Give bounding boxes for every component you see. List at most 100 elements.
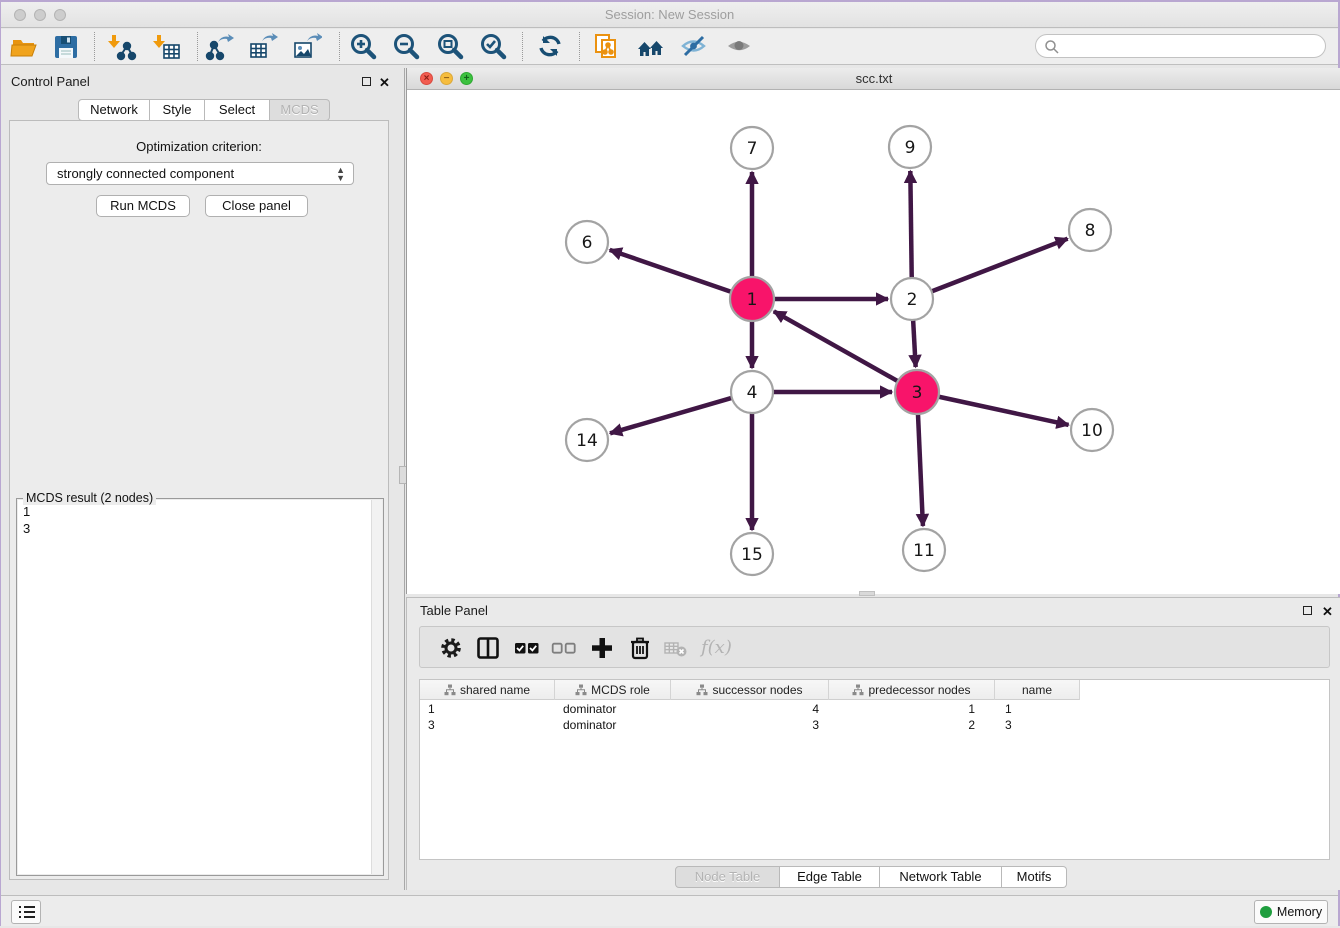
optimization-label: Optimization criterion: — [10, 139, 388, 154]
import-table-icon[interactable] — [152, 32, 182, 62]
table-row[interactable]: 1dominator411 — [420, 701, 1080, 717]
network-canvas[interactable]: 7 9 6 8 1 2 4 3 14 10 15 11 — [407, 90, 1340, 594]
delete-table-icon[interactable] — [663, 635, 689, 661]
node-table: shared nameMCDS rolesuccessor nodesprede… — [419, 679, 1330, 860]
window-title: Session: New Session — [1, 7, 1338, 22]
result-scrollbar[interactable] — [371, 500, 382, 874]
copy-network-icon[interactable] — [592, 32, 622, 62]
optimization-dropdown[interactable]: strongly connected component ▲▼ — [46, 162, 354, 185]
node-label: 14 — [576, 431, 598, 451]
node-8[interactable]: 8 — [1069, 209, 1111, 251]
zoom-out-icon[interactable] — [392, 32, 422, 62]
node-label: 3 — [912, 383, 923, 403]
column-header-name[interactable]: name — [995, 680, 1080, 700]
close-panel-icon[interactable]: ✕ — [379, 77, 390, 88]
horizontal-splitter-handle[interactable] — [859, 591, 875, 596]
table-cell: 1 — [420, 701, 555, 717]
table-close-icon[interactable]: ✕ — [1322, 606, 1333, 617]
edge-3-10[interactable] — [937, 396, 1069, 425]
save-session-icon[interactable] — [51, 32, 81, 62]
table-cell: 4 — [671, 701, 829, 717]
toolbar-separator — [197, 32, 198, 61]
delete-columns-icon[interactable] — [627, 635, 653, 661]
tab-network-table[interactable]: Network Table — [880, 866, 1002, 888]
export-network-icon[interactable] — [205, 32, 235, 62]
status-bar: Memory — [1, 895, 1338, 926]
column-header-successor-nodes[interactable]: successor nodes — [671, 680, 829, 700]
edge-1-6[interactable] — [610, 250, 733, 293]
table-panel-tabs: Node TableEdge TableNetwork TableMotifs — [675, 866, 1067, 888]
mcds-result-group: 13 MCDS result (2 nodes) — [16, 498, 384, 876]
float-panel-icon[interactable] — [362, 77, 371, 86]
tab-mcds[interactable]: MCDS — [270, 99, 330, 121]
refresh-icon[interactable] — [536, 32, 566, 62]
zoom-in-icon[interactable] — [349, 32, 379, 62]
column-header-shared-name[interactable]: shared name — [420, 680, 555, 700]
edge-3-11[interactable] — [918, 412, 923, 526]
hide-selected-icon[interactable] — [679, 32, 709, 62]
tab-edge-table[interactable]: Edge Table — [780, 866, 880, 888]
task-list-icon — [16, 901, 44, 923]
table-panel: Table Panel ✕ f(x) shared nameMCDS roles… — [406, 597, 1340, 890]
open-folder-icon[interactable] — [9, 32, 39, 62]
table-cell: 2 — [829, 717, 995, 733]
table-settings-gear-icon[interactable] — [438, 635, 464, 661]
zoom-selected-icon[interactable] — [479, 32, 509, 62]
run-mcds-button[interactable]: Run MCDS — [96, 195, 190, 217]
zoom-fit-icon[interactable] — [436, 32, 466, 62]
unselect-all-columns-icon[interactable] — [551, 635, 577, 661]
close-panel-button[interactable]: Close panel — [205, 195, 308, 217]
edge-4-14[interactable] — [610, 397, 734, 433]
node-14[interactable]: 14 — [566, 419, 608, 461]
table-panel-title: Table Panel — [420, 603, 488, 618]
node-3[interactable]: 3 — [895, 370, 939, 414]
tab-select[interactable]: Select — [205, 99, 270, 121]
table-float-icon[interactable] — [1303, 606, 1312, 615]
node-10[interactable]: 10 — [1071, 409, 1113, 451]
node-15[interactable]: 15 — [731, 533, 773, 575]
edge-2-3[interactable] — [913, 318, 916, 367]
table-cell: dominator — [555, 717, 671, 733]
tab-node-table[interactable]: Node Table — [675, 866, 780, 888]
select-all-columns-icon[interactable] — [514, 635, 540, 661]
import-network-icon[interactable] — [107, 32, 137, 62]
node-11[interactable]: 11 — [903, 529, 945, 571]
table-row[interactable]: 3dominator323 — [420, 717, 1080, 733]
tab-network[interactable]: Network — [78, 99, 150, 121]
column-header-MCDS-role[interactable]: MCDS role — [555, 680, 671, 700]
result-line: 1 — [18, 503, 382, 520]
node-2[interactable]: 2 — [891, 278, 933, 320]
mcds-result-textarea[interactable]: 13 — [18, 500, 382, 874]
tab-style[interactable]: Style — [150, 99, 205, 121]
result-line: 3 — [18, 520, 382, 537]
show-columns-icon[interactable] — [475, 635, 501, 661]
export-image-icon[interactable] — [292, 32, 322, 62]
app-titlebar: Session: New Session — [1, 2, 1338, 28]
edge-2-8[interactable] — [930, 239, 1068, 292]
create-column-icon[interactable] — [589, 635, 615, 661]
node-6[interactable]: 6 — [566, 221, 608, 263]
task-history-button[interactable] — [11, 900, 41, 924]
show-all-icon[interactable] — [724, 32, 754, 62]
search-input[interactable] — [1064, 36, 1319, 56]
edge-3-1[interactable] — [774, 311, 900, 382]
node-4[interactable]: 4 — [731, 371, 773, 413]
main-toolbar — [1, 29, 1338, 65]
node-1[interactable]: 1 — [730, 277, 774, 321]
mcds-result-title: MCDS result (2 nodes) — [23, 491, 156, 505]
column-header-predecessor-nodes[interactable]: predecessor nodes — [829, 680, 995, 700]
first-neighbors-icon[interactable] — [636, 32, 666, 62]
node-7[interactable]: 7 — [731, 127, 773, 169]
function-builder-icon[interactable]: f(x) — [701, 635, 741, 661]
toolbar-separator — [339, 32, 340, 61]
memory-button[interactable]: Memory — [1254, 900, 1328, 924]
node-9[interactable]: 9 — [889, 126, 931, 168]
toolbar-separator — [579, 32, 580, 61]
column-namespace-icon — [696, 684, 708, 696]
edge-2-9[interactable] — [910, 171, 911, 280]
tab-motifs[interactable]: Motifs — [1002, 866, 1067, 888]
network-window: × − + scc.txt 7968124314101511 — [406, 68, 1340, 594]
node-label: 7 — [747, 139, 758, 159]
export-table-icon[interactable] — [248, 32, 278, 62]
network-title: scc.txt — [407, 71, 1340, 86]
